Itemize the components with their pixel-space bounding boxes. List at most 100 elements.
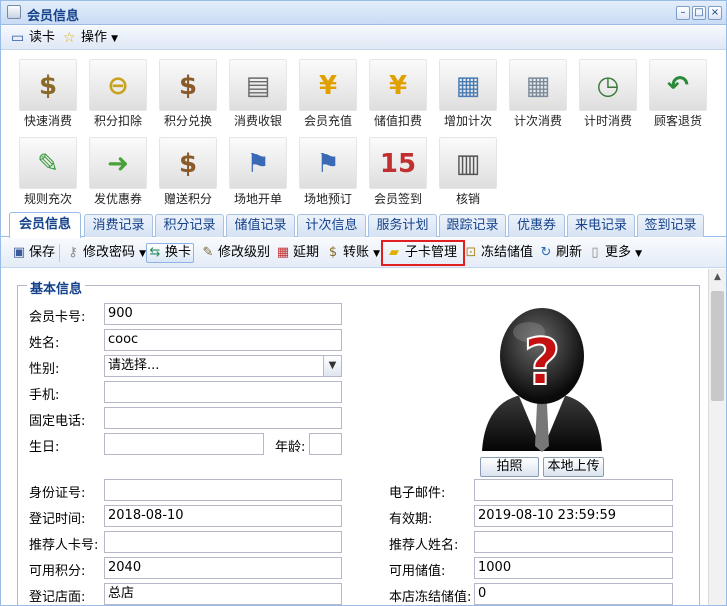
quick-action-button[interactable]: ¥ 会员充值 — [297, 55, 359, 129]
maximize-button[interactable]: □ — [692, 6, 706, 20]
points-field[interactable]: 2040 — [104, 557, 342, 579]
quick-action-button[interactable]: ▦ 增加计次 — [437, 55, 499, 129]
quick-action-icon-box: ¥ — [369, 59, 427, 111]
tab-2[interactable]: 积分记录 — [155, 214, 224, 237]
money-bag-dollar-icon: $ — [38, 71, 58, 101]
tab-6[interactable]: 跟踪记录 — [439, 214, 506, 237]
referrer-name-field[interactable] — [474, 531, 673, 553]
change-password-button[interactable]: ⚷ 修改密码 ▼ — [65, 244, 146, 262]
calendar-icon: ▦ — [276, 245, 290, 260]
venue-open-icon: ⚑ — [246, 149, 270, 179]
change-card-button[interactable]: ⇆ 换卡 — [146, 243, 195, 263]
reg-time-label: 登记时间: — [29, 512, 86, 527]
scrollbar-thumb[interactable] — [711, 291, 724, 401]
name-field[interactable]: cooc — [104, 329, 342, 351]
quick-action-button[interactable]: ▥ 核销 — [437, 133, 499, 207]
tab-5[interactable]: 服务计划 — [368, 214, 437, 237]
save-button[interactable]: ▣ 保存 — [11, 244, 55, 262]
quick-action-button[interactable]: ▦ 计次消费 — [507, 55, 569, 129]
quick-action-button[interactable]: ⚑ 场地预订 — [297, 133, 359, 207]
yen-plus-icon: ¥ — [318, 71, 338, 101]
chevron-down-icon[interactable]: ▼ — [323, 356, 341, 376]
quick-action-button[interactable]: $ 积分兑换 — [157, 55, 219, 129]
floppy-disk-icon: ▣ — [12, 245, 26, 260]
quick-action-button[interactable]: ◷ 计时消费 — [577, 55, 639, 129]
phone-label: 固定电话: — [29, 414, 86, 429]
valid-until-field[interactable]: 2019-08-10 23:59:59 — [474, 505, 673, 527]
quick-action-icon-box: $ — [19, 59, 77, 111]
tab-bar: 会员信息 消费记录 积分记录 储值记录 计次信息 服务计划 跟踪记录 优惠券 来电记录 签到记录 — [1, 209, 726, 238]
quick-action-button[interactable]: $ 赠送积分 — [157, 133, 219, 207]
id-no-field[interactable] — [104, 479, 342, 501]
sub-card-management-button[interactable]: ▰ 子卡管理 — [381, 240, 466, 266]
window-app-icon — [7, 5, 21, 19]
change-card-label: 换卡 — [165, 245, 192, 260]
calculator-add-icon: ▦ — [455, 71, 481, 101]
tab-7[interactable]: 优惠券 — [508, 214, 565, 237]
more-label: 更多 — [605, 245, 632, 260]
tab-0[interactable]: 会员信息 — [9, 212, 81, 238]
quick-action-label: 消费收银 — [233, 114, 282, 128]
quick-action-button[interactable]: $ 快速消费 — [17, 55, 79, 129]
email-field[interactable] — [474, 479, 673, 501]
save-label: 保存 — [29, 245, 56, 260]
change-level-button[interactable]: ✎ 修改级别 — [200, 244, 270, 262]
gender-select[interactable]: 请选择... ▼ — [104, 355, 342, 377]
store-field[interactable]: 总店 — [104, 583, 342, 605]
customer-return-icon: ↶ — [667, 71, 689, 101]
tab-8[interactable]: 来电记录 — [567, 214, 635, 237]
card-no-field[interactable]: 900 — [104, 303, 342, 325]
operations-menu[interactable]: ☆ 操作 ▼ — [61, 29, 118, 47]
quick-action-button[interactable]: ▤ 消费收银 — [227, 55, 289, 129]
rule-recharge-icon: ✎ — [37, 149, 59, 179]
quick-action-button[interactable]: ➜ 发优惠券 — [87, 133, 149, 207]
tab-1[interactable]: 消费记录 — [84, 214, 153, 237]
menu-bar: ▭ 读卡 ☆ 操作 ▼ — [1, 26, 726, 50]
birthday-field[interactable] — [104, 433, 264, 455]
cash-register-icon: ▤ — [245, 71, 271, 101]
extend-button[interactable]: ▦ 延期 — [275, 244, 319, 262]
quick-action-button[interactable]: ¥ 储值扣费 — [367, 55, 429, 129]
balance-field[interactable]: 1000 — [474, 557, 673, 579]
tab-3[interactable]: 储值记录 — [226, 214, 295, 237]
upload-photo-button[interactable]: 本地上传 — [543, 457, 604, 477]
swap-card-icon: ⇆ — [149, 245, 161, 260]
quick-action-label: 积分兑换 — [163, 114, 212, 128]
quick-action-button[interactable]: ⚑ 场地开单 — [227, 133, 289, 207]
quick-action-button[interactable]: ↶ 顾客退货 — [647, 55, 709, 129]
tab-9[interactable]: 签到记录 — [637, 214, 704, 237]
quick-action-icon-box: ▤ — [229, 59, 287, 111]
age-field[interactable] — [309, 433, 342, 455]
scroll-up-icon[interactable]: ▲ — [709, 269, 726, 286]
edit-level-icon: ✎ — [202, 245, 214, 260]
transfer-button[interactable]: $ 转账 ▼ — [325, 244, 380, 262]
vertical-scrollbar[interactable]: ▲ — [708, 269, 726, 605]
gift-points-icon: $ — [178, 149, 198, 179]
name-label: 姓名: — [29, 336, 60, 351]
quick-action-icon-box: ▦ — [439, 59, 497, 111]
reg-time-field[interactable]: 2018-08-10 — [104, 505, 342, 527]
quick-action-icon-box: ⚑ — [229, 137, 287, 189]
quick-action-button[interactable]: ✎ 规则充次 — [17, 133, 79, 207]
freeze-balance-button[interactable]: ⊡ 冻结储值 — [463, 244, 533, 262]
quick-action-button[interactable]: ⊖ 积分扣除 — [87, 55, 149, 129]
minimize-button[interactable]: – — [676, 6, 690, 20]
frozen-balance-field[interactable]: 0 — [474, 583, 673, 605]
calendar-checkin-icon: 15 — [379, 149, 417, 179]
key-icon: ⚷ — [68, 245, 78, 260]
quick-action-label: 场地预订 — [303, 192, 352, 206]
phone-field[interactable] — [104, 407, 342, 429]
read-card-label: 读卡 — [29, 30, 56, 45]
age-label: 年龄: — [275, 440, 306, 455]
refresh-button[interactable]: ↻ 刷新 — [538, 244, 582, 262]
more-menu-button[interactable]: ▯ 更多 ▼ — [587, 244, 642, 262]
quick-action-button[interactable]: 15 会员签到 — [367, 133, 429, 207]
close-button[interactable]: × — [708, 6, 722, 20]
tab-4[interactable]: 计次信息 — [297, 214, 366, 237]
take-photo-button[interactable]: 拍照 — [480, 457, 539, 477]
read-card-button[interactable]: ▭ 读卡 — [9, 29, 55, 47]
quick-action-icon-box: ¥ — [299, 59, 357, 111]
mobile-field[interactable] — [104, 381, 342, 403]
id-no-label: 身份证号: — [29, 486, 86, 501]
referrer-card-field[interactable] — [104, 531, 342, 553]
